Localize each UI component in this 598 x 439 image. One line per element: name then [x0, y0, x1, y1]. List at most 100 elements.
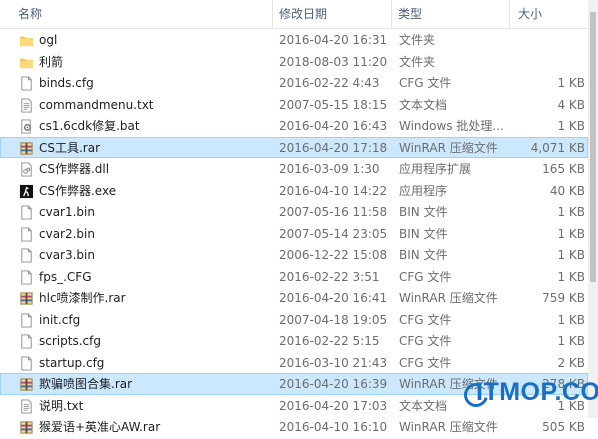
file-modified-date: 2016-04-20 16:43	[279, 119, 388, 133]
file-type: 应用程序	[399, 183, 448, 198]
file-modified-date: 2016-04-10 16:10	[279, 420, 388, 434]
column-size-header[interactable]: 大小	[509, 0, 588, 28]
watermark-logo: ITMOP.COM	[459, 378, 598, 418]
rar-archive-icon	[19, 291, 34, 306]
rar-archive-icon	[19, 141, 34, 156]
file-modified-date: 2016-02-22 5:15	[279, 334, 380, 348]
file-row[interactable]: init.cfg 2007-04-18 19:05 CFG 文件 1 KB	[0, 309, 588, 331]
folder-icon	[19, 33, 34, 48]
file-row[interactable]: ogl 2016-04-20 16:31 文件夹	[0, 29, 588, 51]
file-type: WinRAR 压缩文件	[399, 140, 498, 155]
file-type: 文本文档	[399, 97, 448, 112]
file-type: 文件夹	[399, 54, 436, 69]
column-header: ⌃ 名称 修改日期 类型 大小	[0, 0, 588, 29]
watermark-text: ITMOP.COM	[476, 378, 598, 406]
document-icon	[19, 334, 34, 349]
file-row[interactable]: 利箭 2018-08-03 11:20 文件夹	[0, 51, 588, 73]
file-size: 1 KB	[557, 119, 585, 133]
file-modified-date: 2016-02-22 4:43	[279, 76, 380, 90]
file-type: WinRAR 压缩文件	[399, 291, 498, 305]
file-size: 4,071 KB	[530, 140, 585, 155]
file-size: 4 KB	[557, 97, 585, 112]
file-row[interactable]: cs1.6cdk修复.bat 2016-04-20 16:43 Windows 批处…	[0, 115, 588, 137]
file-modified-date: 2016-03-09 1:30	[279, 162, 380, 176]
file-row[interactable]: scripts.cfg 2016-02-22 5:15 CFG 文件 1 KB	[0, 330, 588, 352]
file-row[interactable]: fps_.CFG 2016-02-22 3:51 CFG 文件 1 KB	[0, 266, 588, 288]
file-row[interactable]: cvar3.bin 2006-12-22 15:08 BIN 文件 1 KB	[0, 244, 588, 266]
file-row[interactable]: cvar2.bin 2007-05-14 23:05 BIN 文件 1 KB	[0, 223, 588, 245]
file-size: 2 KB	[557, 355, 585, 370]
file-type: 应用程序扩展	[399, 162, 472, 176]
file-type: BIN 文件	[399, 248, 448, 262]
file-size: 1 KB	[557, 226, 585, 241]
cs-exe-icon	[19, 184, 34, 199]
file-name: cvar3.bin	[39, 248, 95, 262]
file-name: 利箭	[39, 54, 64, 69]
file-list: ogl 2016-04-20 16:31 文件夹 利箭 2018-08-03 11:20…	[0, 29, 588, 438]
file-name: init.cfg	[39, 312, 81, 327]
file-modified-date: 2016-04-20 16:31	[279, 33, 388, 47]
file-name: hlc喷漆制作.rar	[39, 291, 126, 305]
document-icon	[19, 226, 34, 242]
column-type-header[interactable]: 类型	[391, 0, 509, 28]
column-date-header[interactable]: 修改日期	[272, 0, 391, 28]
file-modified-date: 2016-04-10 14:22	[279, 183, 388, 198]
file-size: 1 KB	[557, 334, 585, 348]
document-icon	[19, 312, 34, 328]
file-modified-date: 2007-05-16 11:58	[279, 205, 388, 219]
file-row[interactable]: hlc喷漆制作.rar 2016-04-20 16:41 WinRAR 压缩文件 75…	[0, 287, 588, 309]
file-row[interactable]: 猴爱语+英准心AW.rar 2016-04-10 16:10 WinRAR 压缩文件…	[0, 416, 588, 438]
folder-icon	[19, 55, 34, 70]
file-size: 759 KB	[542, 291, 585, 305]
file-row[interactable]: CS作弊器.dll 2016-03-09 1:30 应用程序扩展 165 KB	[0, 158, 588, 180]
file-name: CS作弊器.exe	[39, 183, 117, 198]
file-name: cvar2.bin	[39, 226, 95, 241]
file-type: BIN 文件	[399, 205, 448, 219]
document-icon	[19, 248, 34, 263]
dll-icon	[19, 162, 34, 177]
file-modified-date: 2007-05-15 18:15	[279, 97, 388, 112]
document-icon	[19, 269, 34, 285]
file-type: CFG 文件	[399, 355, 452, 370]
file-modified-date: 2016-02-22 3:51	[279, 269, 380, 284]
document-icon	[19, 355, 34, 371]
file-modified-date: 2016-04-20 17:18	[279, 140, 388, 155]
file-size: 165 KB	[542, 162, 585, 176]
file-name: ogl	[39, 33, 58, 47]
file-name: commandmenu.txt	[39, 97, 154, 112]
file-type: WinRAR 压缩文件	[399, 420, 498, 434]
column-name-header[interactable]: 名称	[0, 0, 272, 28]
file-type: CFG 文件	[399, 334, 452, 348]
file-type: CFG 文件	[399, 312, 452, 327]
file-name: 猴爱语+英准心AW.rar	[39, 420, 161, 434]
document-icon	[19, 76, 34, 91]
file-name: scripts.cfg	[39, 334, 101, 348]
file-type: 文件夹	[399, 33, 436, 47]
file-modified-date: 2016-04-20 16:39	[279, 377, 388, 391]
file-row[interactable]: binds.cfg 2016-02-22 4:43 CFG 文件 1 KB	[0, 72, 588, 94]
file-row[interactable]: CS作弊器.exe 2016-04-10 14:22 应用程序 40 KB	[0, 180, 588, 202]
file-modified-date: 2007-05-14 23:05	[279, 226, 388, 241]
file-size: 1 KB	[557, 76, 585, 90]
file-row[interactable]: CS工具.rar 2016-04-20 17:18 WinRAR 压缩文件 4,071…	[0, 136, 588, 158]
vertical-scrollbar[interactable]	[588, 0, 598, 418]
file-size: 505 KB	[542, 420, 585, 434]
file-name: cs1.6cdk修复.bat	[39, 119, 140, 133]
scrollbar-thumb[interactable]	[590, 12, 596, 282]
file-row[interactable]: commandmenu.txt 2007-05-15 18:15 文本文档 4 KB	[0, 94, 588, 116]
file-size: 40 KB	[549, 183, 585, 198]
file-name: startup.cfg	[39, 355, 105, 370]
file-modified-date: 2016-04-20 17:03	[279, 398, 388, 413]
document-icon	[19, 205, 34, 220]
file-row[interactable]: startup.cfg 2016-03-10 21:43 CFG 文件 2 KB	[0, 352, 588, 374]
file-type: CFG 文件	[399, 269, 452, 284]
file-row[interactable]: cvar1.bin 2007-05-16 11:58 BIN 文件 1 KB	[0, 201, 588, 223]
file-size: 1 KB	[557, 248, 585, 262]
file-type: CFG 文件	[399, 76, 452, 90]
file-size: 1 KB	[557, 312, 585, 327]
file-size: 1 KB	[557, 205, 585, 219]
file-size: 1 KB	[557, 269, 585, 284]
file-modified-date: 2016-04-20 16:41	[279, 291, 388, 305]
file-name: 说明.txt	[39, 398, 84, 413]
file-type: BIN 文件	[399, 226, 448, 241]
